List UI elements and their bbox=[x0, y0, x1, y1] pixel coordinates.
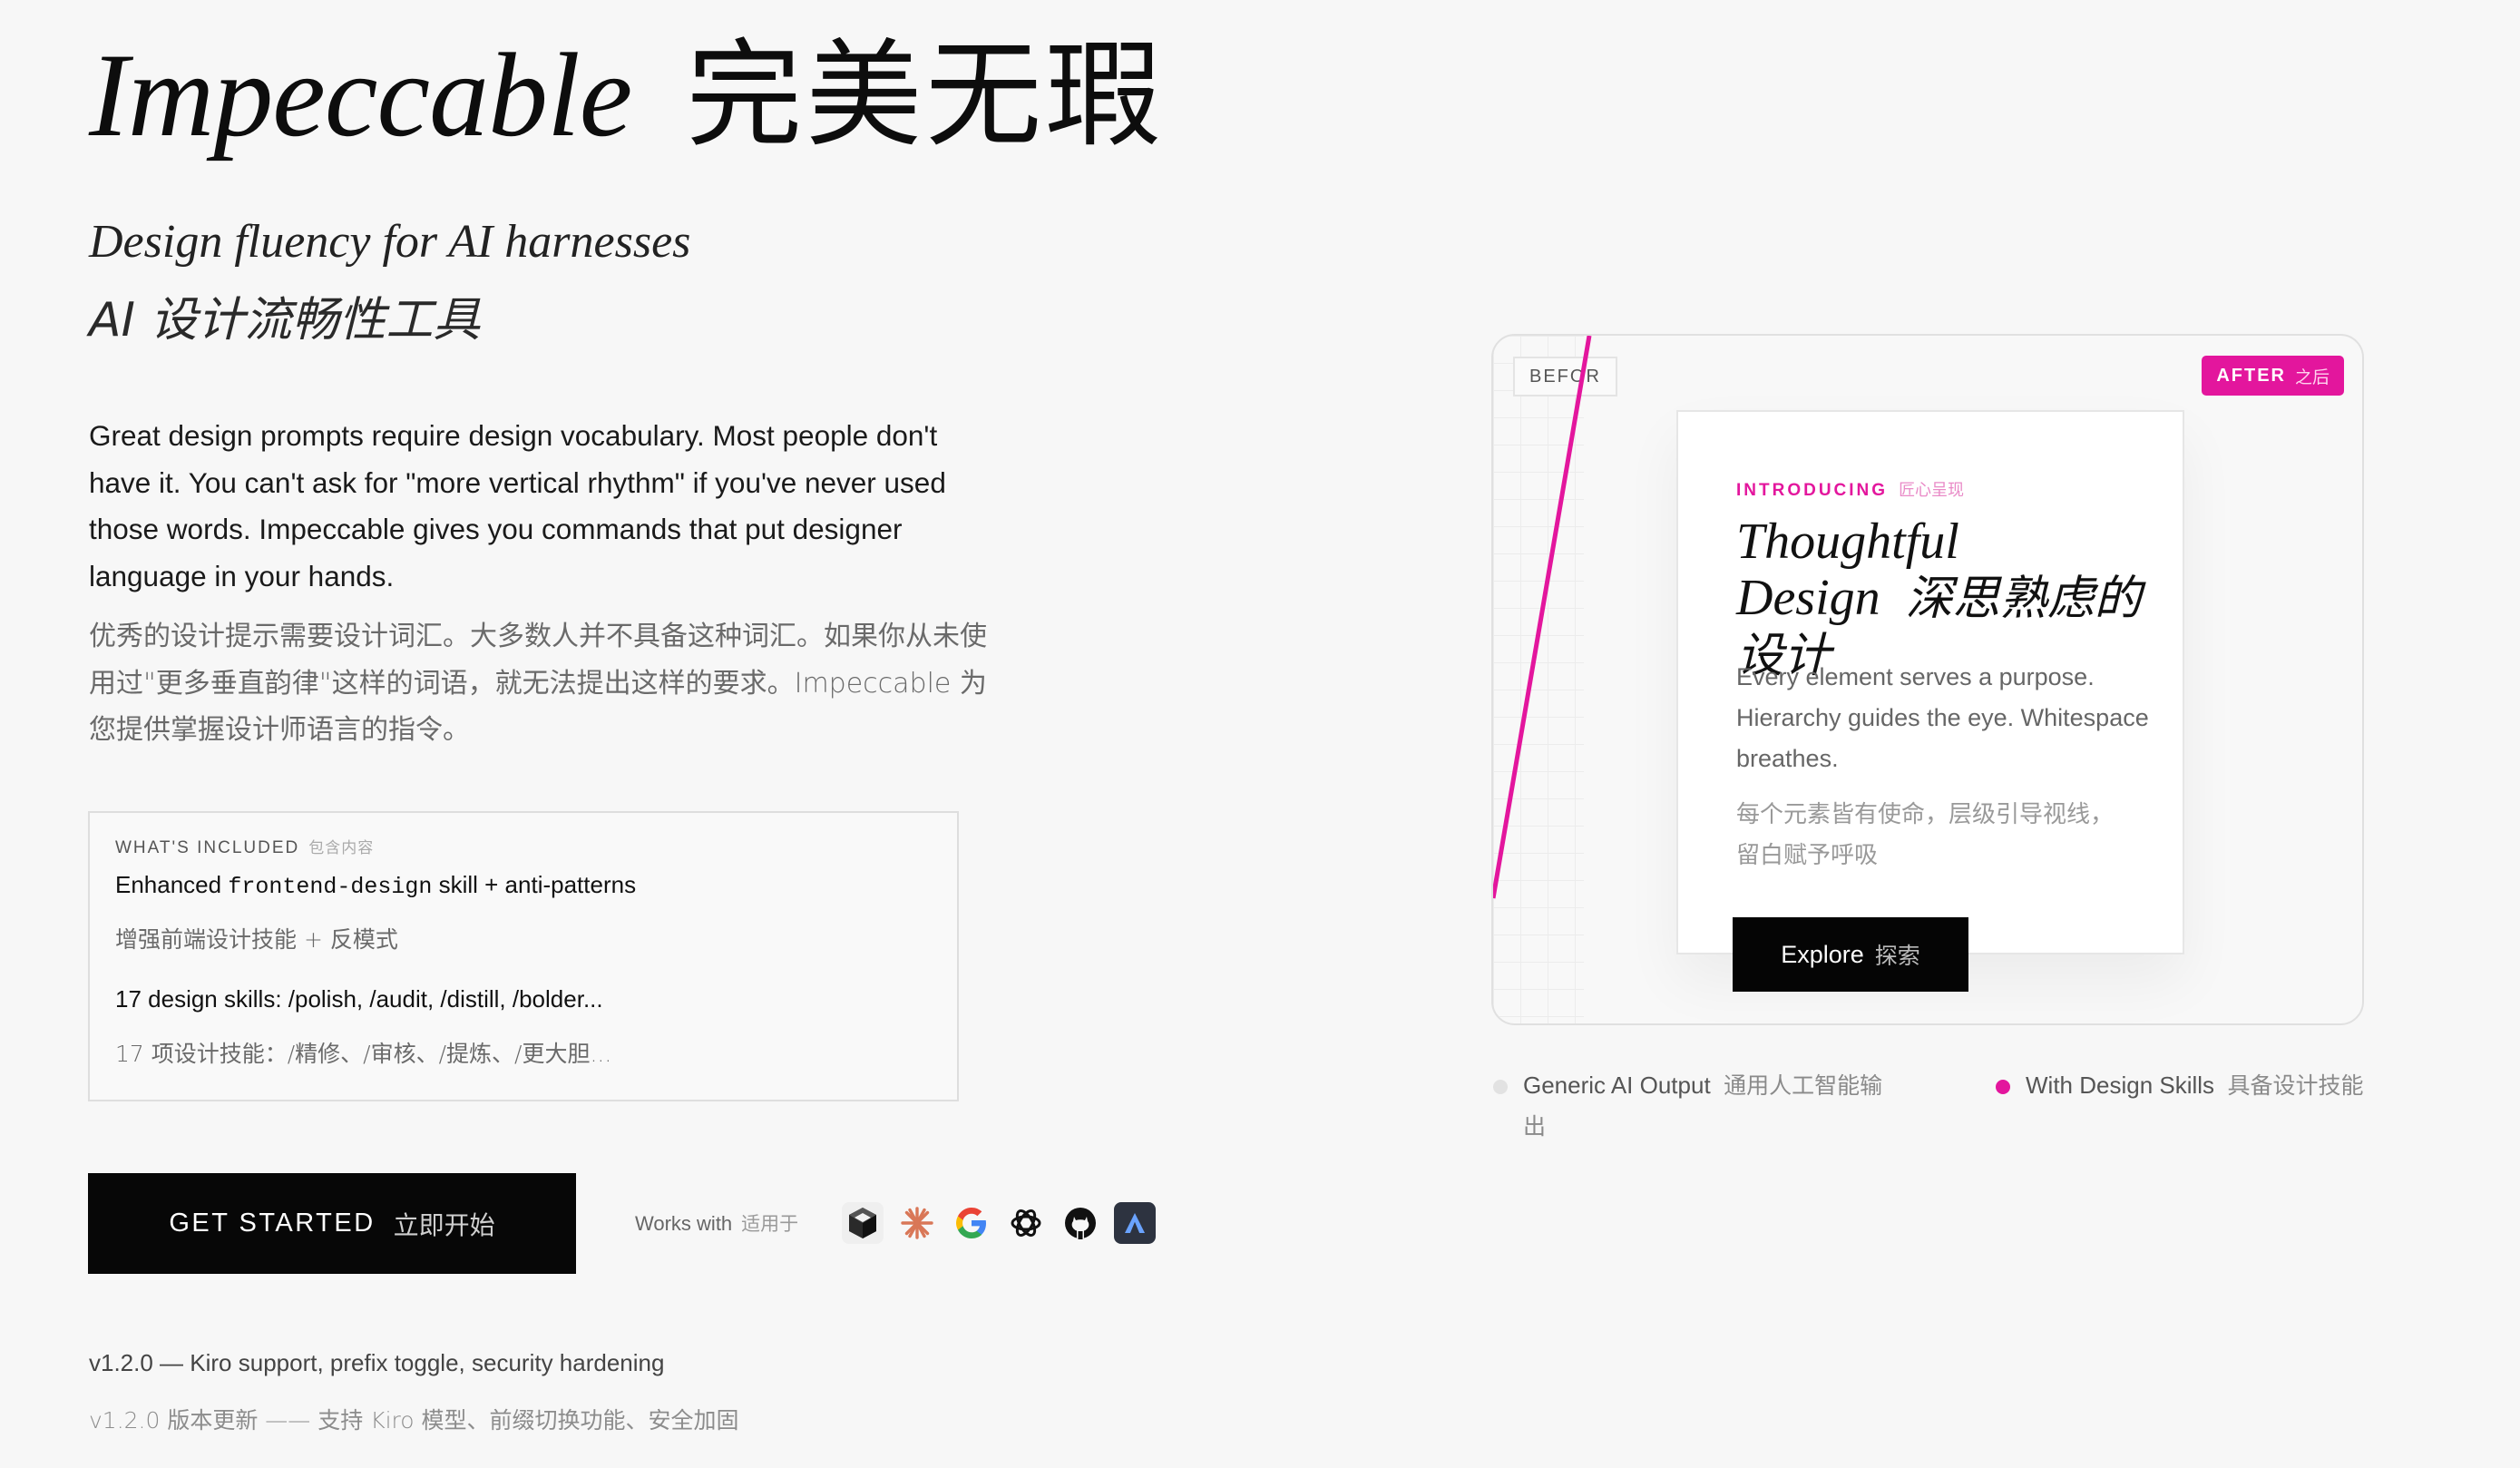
after-badge-en: AFTER bbox=[2216, 365, 2286, 386]
get-started-label: GET STARTED bbox=[169, 1209, 376, 1238]
github-icon[interactable] bbox=[1060, 1202, 1101, 1244]
explore-label-zh: 探索 bbox=[1874, 943, 1920, 969]
included-item-1-zh: 增强前端设计技能 + 反模式 bbox=[115, 926, 398, 953]
version-note-zh: v1.2.0 版本更新 —— 支持 Kiro 模型、前缀切换功能、安全加固 bbox=[89, 1407, 739, 1434]
included-item-1-suffix: skill + anti-patterns bbox=[432, 871, 637, 898]
explore-button[interactable]: Explore 探索 bbox=[1733, 917, 1968, 992]
included-label: WHAT'S INCLUDED 包含内容 bbox=[115, 835, 374, 858]
version-note: v1.2.0 — Kiro support, prefix toggle, se… bbox=[89, 1349, 665, 1376]
card-intro-zh: 匠心呈现 bbox=[1899, 481, 1965, 500]
explore-label: Explore bbox=[1781, 940, 1864, 968]
included-item-1-text: Enhanced bbox=[115, 871, 229, 898]
legend-dot-generic bbox=[1493, 1080, 1508, 1094]
google-gemini-icon[interactable] bbox=[951, 1202, 992, 1244]
works-with-zh: 适用于 bbox=[741, 1213, 799, 1235]
tagline-en: Design fluency for AI harnesses bbox=[89, 216, 691, 268]
works-with-icons bbox=[842, 1202, 1156, 1244]
hero-title-en: Impeccable bbox=[89, 28, 632, 161]
included-label-zh: 包含内容 bbox=[308, 839, 375, 856]
card-intro: INTRODUCING 匠心呈现 bbox=[1736, 477, 1964, 501]
get-started-button[interactable]: GET STARTED 立即开始 bbox=[88, 1173, 576, 1274]
works-with-label: Works with 适用于 bbox=[635, 1209, 798, 1237]
after-badge-zh: 之后 bbox=[2294, 367, 2330, 387]
card-body-en: Every element serves a purpose. Hierarch… bbox=[1736, 663, 2149, 772]
get-started-label-zh: 立即开始 bbox=[393, 1209, 495, 1240]
works-with-en: Works with bbox=[635, 1212, 733, 1235]
openai-icon[interactable] bbox=[1005, 1202, 1047, 1244]
legend-generic-en: Generic AI Output bbox=[1523, 1072, 1711, 1099]
antigravity-icon[interactable] bbox=[1114, 1202, 1156, 1244]
legend-dot-design bbox=[1996, 1080, 2010, 1094]
after-badge: AFTER 之后 bbox=[2202, 356, 2344, 396]
tagline-zh: AI 设计流畅性工具 bbox=[89, 293, 481, 347]
included-item-1: Enhanced frontend-design skill + anti-pa… bbox=[115, 871, 636, 900]
description-en: Great design prompts require design voca… bbox=[89, 419, 946, 592]
comparison-divider[interactable] bbox=[1493, 336, 1602, 1025]
before-after-comparison[interactable]: BEFOR AFTER 之后 INTRODUCING 匠心呈现 Thoughtfu… bbox=[1491, 334, 2364, 1025]
cursor-icon[interactable] bbox=[842, 1202, 884, 1244]
whats-included-box: WHAT'S INCLUDED 包含内容 Enhanced frontend-de… bbox=[88, 811, 959, 1101]
card-intro-en: INTRODUCING bbox=[1736, 481, 1889, 500]
frontend-design-code: frontend-design bbox=[228, 874, 433, 900]
hero-title-zh: 完美无瑕 bbox=[686, 28, 1166, 163]
hero-title: Impeccable 完美无瑕 bbox=[89, 18, 1165, 172]
included-label-en: WHAT'S INCLUDED bbox=[115, 838, 300, 857]
claude-icon[interactable] bbox=[896, 1202, 938, 1244]
legend-design-en: With Design Skills bbox=[2026, 1072, 2215, 1099]
legend-design-text: With Design Skills 具备设计技能 bbox=[2026, 1065, 2407, 1106]
included-item-2: 17 design skills: /polish, /audit, /dist… bbox=[115, 985, 603, 1013]
included-item-2-zh: 17 项设计技能：/精修、/审核、/提炼、/更大胆... bbox=[115, 1041, 612, 1067]
card-body-zh: 每个元素皆有使命，层级引导视线，留白赋予呼吸 bbox=[1736, 801, 2115, 869]
sample-design-card: INTRODUCING 匠心呈现 Thoughtful Design 深思熟虑的设… bbox=[1676, 410, 2184, 954]
description-zh: 优秀的设计提示需要设计词汇。大多数人并不具备这种词汇。如果你从未使用过"更多垂直… bbox=[89, 621, 987, 746]
legend-generic-text: Generic AI Output 通用人工智能输出 bbox=[1523, 1065, 1904, 1147]
legend-design-zh: 具备设计技能 bbox=[2227, 1072, 2364, 1099]
